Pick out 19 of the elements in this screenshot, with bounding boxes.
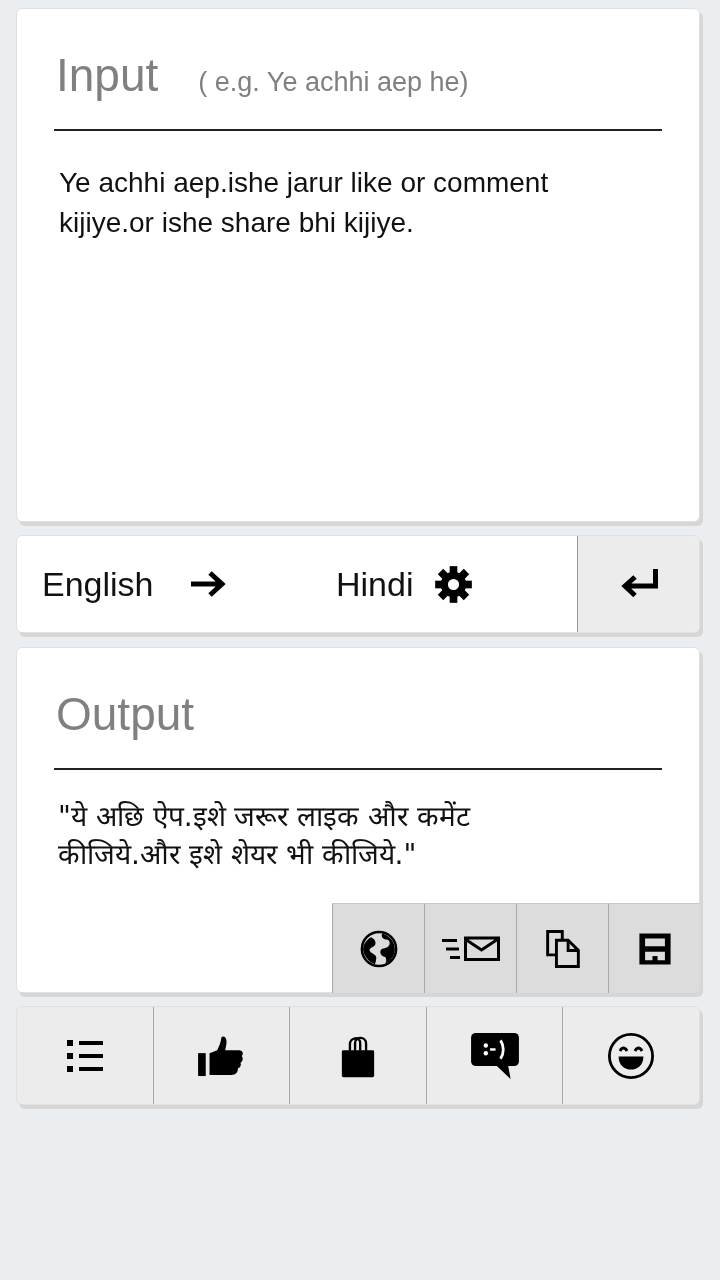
thumbs-up-icon bbox=[198, 1034, 245, 1077]
globe-icon bbox=[359, 929, 398, 968]
copy-button[interactable] bbox=[516, 903, 608, 993]
settings-icon[interactable] bbox=[435, 565, 473, 603]
save-icon bbox=[637, 931, 672, 966]
send-mail-button[interactable] bbox=[424, 903, 516, 993]
save-button[interactable] bbox=[608, 903, 700, 993]
laughing-face-icon bbox=[607, 1031, 656, 1080]
list-icon bbox=[66, 1039, 103, 1072]
globe-button[interactable] bbox=[332, 903, 424, 993]
copy-icon bbox=[545, 929, 580, 968]
source-language-button[interactable]: English bbox=[42, 564, 154, 604]
target-language-button[interactable]: Hindi bbox=[336, 564, 414, 604]
translate-button[interactable] bbox=[577, 536, 699, 632]
input-field[interactable]: Ye achhi aep.ishe jarur like or comment kijiye.or ishe share bhi kijiye. bbox=[17, 131, 699, 521]
chat-bubble-icon bbox=[470, 1032, 519, 1079]
input-hint: ( e.g. Ye achhi aep he) bbox=[198, 67, 469, 98]
output-text: "ये अछि ऐप.इशे जरूर लाइक और कमेंट कीजिये.और इशे शेयर भी कीजिये." bbox=[57, 799, 472, 873]
send-mail-icon bbox=[441, 935, 500, 962]
